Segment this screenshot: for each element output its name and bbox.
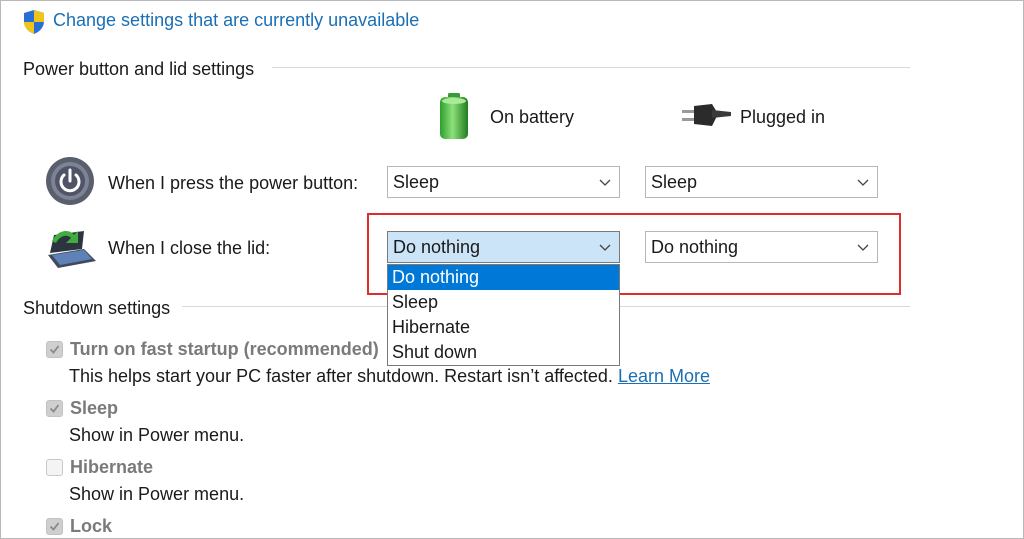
- dropdown-option-do-nothing[interactable]: Do nothing: [388, 265, 619, 290]
- dropdown-option-hibernate[interactable]: Hibernate: [388, 315, 619, 340]
- on-battery-header: On battery: [490, 107, 575, 127]
- power-section-title: Power button and lid settings: [23, 59, 255, 79]
- dropdown-option-shut-down[interactable]: Shut down: [388, 340, 619, 365]
- close-lid-dropdown-list[interactable]: Do nothing Sleep Hibernate Shut down: [387, 264, 620, 366]
- uac-shield-icon: [22, 9, 46, 35]
- hibernate-checkbox[interactable]: [46, 459, 63, 476]
- fast-startup-checkbox[interactable]: [46, 341, 63, 358]
- lock-label: Lock: [70, 516, 113, 536]
- select-value: Sleep: [651, 172, 698, 192]
- checkmark-icon: [49, 522, 60, 531]
- laptop-lid-icon: [44, 227, 100, 269]
- power-button-battery-select[interactable]: Sleep: [387, 166, 620, 198]
- learn-more-link[interactable]: Learn More: [618, 366, 710, 386]
- plug-icon: [682, 102, 732, 130]
- select-value: Sleep: [393, 172, 440, 192]
- chevron-down-icon: [599, 179, 611, 186]
- hibernate-label: Hibernate: [70, 457, 154, 477]
- battery-icon: [437, 92, 471, 140]
- checkmark-icon: [49, 345, 60, 354]
- power-section-divider: [272, 67, 910, 68]
- chevron-down-icon: [857, 179, 869, 186]
- power-button-icon: [45, 156, 95, 206]
- close-lid-label: When I close the lid:: [108, 238, 271, 258]
- fast-startup-description: This helps start your PC faster after sh…: [69, 366, 710, 387]
- change-settings-link[interactable]: Change settings that are currently unava…: [53, 10, 419, 31]
- dropdown-option-sleep[interactable]: Sleep: [388, 290, 619, 315]
- power-button-label: When I press the power button:: [108, 173, 359, 193]
- shutdown-section-title: Shutdown settings: [23, 298, 171, 318]
- fast-startup-label: Turn on fast startup (recommended): [70, 339, 379, 359]
- sleep-description: Show in Power menu.: [69, 425, 245, 445]
- fast-startup-description-text: This helps start your PC faster after sh…: [69, 366, 613, 386]
- hibernate-description: Show in Power menu.: [69, 484, 245, 504]
- checkmark-icon: [49, 404, 60, 413]
- sleep-checkbox[interactable]: [46, 400, 63, 417]
- plugged-in-header: Plugged in: [740, 107, 826, 127]
- power-button-plugged-select[interactable]: Sleep: [645, 166, 878, 198]
- lock-checkbox[interactable]: [46, 518, 63, 535]
- sleep-label: Sleep: [70, 398, 119, 418]
